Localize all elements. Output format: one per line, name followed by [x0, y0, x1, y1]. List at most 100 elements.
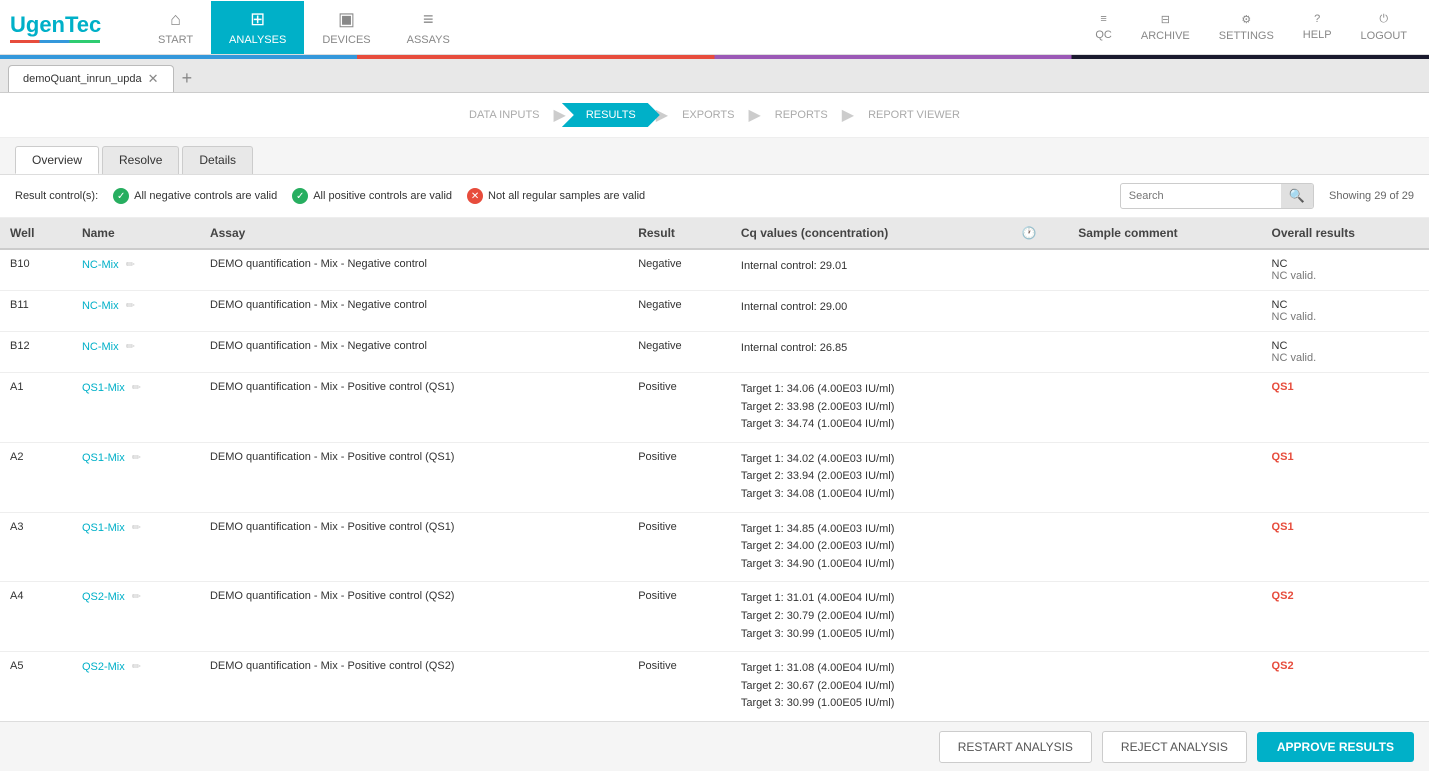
nav-logout[interactable]: ⏻ LOGOUT	[1349, 5, 1419, 50]
logo-bar	[10, 40, 100, 43]
cell-overall: NC NC valid.	[1262, 291, 1429, 332]
clock-header-icon: 🕐	[1022, 226, 1037, 240]
search-input[interactable]	[1121, 186, 1281, 206]
nav-assays[interactable]: ≡ ASSAYS	[389, 1, 468, 54]
search-box[interactable]: 🔍	[1120, 183, 1314, 209]
regular-samples-check-icon: ✕	[467, 188, 483, 204]
step-reports[interactable]: REPORTS	[757, 103, 846, 127]
table-row: A1 QS1-Mix ✏ DEMO quantification - Mix -…	[0, 373, 1429, 443]
col-assay: Assay	[200, 218, 628, 249]
cell-overall: QS2	[1262, 582, 1429, 652]
tab-overview-label: Overview	[32, 153, 82, 167]
name-link[interactable]: QS1-Mix	[82, 522, 125, 534]
results-table: Well Name Assay Result Cq values (concen…	[0, 218, 1429, 722]
result-controls-label: Result control(s):	[15, 190, 98, 202]
name-link[interactable]: QS2-Mix	[82, 661, 125, 673]
overall-sub: NC valid.	[1272, 311, 1419, 323]
tab-overview[interactable]: Overview	[15, 146, 99, 174]
cell-result: Negative	[628, 332, 731, 373]
nav-start-label: START	[158, 34, 193, 46]
tab-resolve[interactable]: Resolve	[102, 146, 179, 174]
restart-analysis-button[interactable]: RESTART ANALYSIS	[939, 731, 1092, 763]
cell-result: Positive	[628, 512, 731, 582]
archive-icon: ⊟	[1161, 13, 1170, 26]
cell-clock	[1012, 332, 1069, 373]
nav-start[interactable]: ⌂ START	[140, 1, 211, 54]
nav-help-label: HELP	[1303, 29, 1332, 41]
col-clock: 🕐	[1012, 218, 1069, 249]
nav-qc[interactable]: ≡ QC	[1083, 5, 1124, 49]
cell-name: QS1-Mix ✏	[72, 373, 200, 443]
table-row: A3 QS1-Mix ✏ DEMO quantification - Mix -…	[0, 512, 1429, 582]
nav-devices[interactable]: ▣ DEVICES	[304, 1, 388, 54]
showing-count: Showing 29 of 29	[1329, 190, 1414, 202]
edit-icon[interactable]: ✏	[132, 591, 141, 603]
approve-results-button[interactable]: APPROVE RESULTS	[1257, 732, 1414, 762]
edit-icon[interactable]: ✏	[132, 522, 141, 534]
cell-assay: DEMO quantification - Mix - Positive con…	[200, 442, 628, 512]
name-link[interactable]: NC-Mix	[82, 300, 119, 312]
edit-icon[interactable]: ✏	[126, 259, 135, 271]
tab-resolve-label: Resolve	[119, 153, 162, 167]
nav-analyses[interactable]: ⊞ ANALYSES	[211, 1, 304, 54]
add-tab-button[interactable]: +	[174, 68, 201, 89]
tab-label: demoQuant_inrun_upda	[23, 73, 142, 85]
edit-icon[interactable]: ✏	[126, 300, 135, 312]
col-overall-results: Overall results	[1262, 218, 1429, 249]
cell-well: A4	[0, 582, 72, 652]
edit-icon[interactable]: ✏	[126, 341, 135, 353]
table-row: B11 NC-Mix ✏ DEMO quantification - Mix -…	[0, 291, 1429, 332]
cell-result: Negative	[628, 249, 731, 291]
name-link[interactable]: NC-Mix	[82, 259, 119, 271]
name-link[interactable]: QS1-Mix	[82, 382, 125, 394]
cell-result: Positive	[628, 442, 731, 512]
edit-icon[interactable]: ✏	[132, 382, 141, 394]
cell-name: NC-Mix ✏	[72, 291, 200, 332]
reject-analysis-button[interactable]: REJECT ANALYSIS	[1102, 731, 1247, 763]
cell-well: B10	[0, 249, 72, 291]
step-data-inputs[interactable]: DATA INPUTS	[451, 103, 558, 127]
tab-details[interactable]: Details	[182, 146, 253, 174]
name-link[interactable]: NC-Mix	[82, 341, 119, 353]
name-link[interactable]: QS2-Mix	[82, 591, 125, 603]
cell-clock	[1012, 291, 1069, 332]
cell-well: B11	[0, 291, 72, 332]
overall-main: NC	[1272, 340, 1419, 352]
nav-analyses-label: ANALYSES	[229, 34, 286, 46]
nav-settings[interactable]: ⚙ SETTINGS	[1207, 5, 1286, 50]
name-link[interactable]: QS1-Mix	[82, 452, 125, 464]
cell-cq: Target 1: 31.01 (4.00E04 IU/ml)Target 2:…	[731, 582, 1012, 652]
regular-samples-indicator: ✕ Not all regular samples are valid	[467, 188, 645, 204]
step-report-viewer-label: REPORT VIEWER	[868, 109, 960, 121]
tab-close-button[interactable]: ✕	[148, 71, 159, 87]
sub-tabs: Overview Resolve Details	[0, 138, 1429, 175]
cell-overall: QS1	[1262, 373, 1429, 443]
col-sample-comment: Sample comment	[1068, 218, 1261, 249]
step-exports[interactable]: EXPORTS	[664, 103, 752, 127]
edit-icon[interactable]: ✏	[132, 661, 141, 673]
step-results-label: RESULTS	[586, 109, 636, 121]
analysis-tab[interactable]: demoQuant_inrun_upda ✕	[8, 65, 174, 92]
negative-controls-check-icon: ✓	[113, 188, 129, 204]
cell-well: A5	[0, 652, 72, 722]
search-button[interactable]: 🔍	[1281, 184, 1313, 208]
cell-result: Positive	[628, 652, 731, 722]
nav-help[interactable]: ? HELP	[1291, 5, 1344, 49]
nav-archive-label: ARCHIVE	[1141, 30, 1190, 42]
nav-settings-label: SETTINGS	[1219, 30, 1274, 42]
overall-main: NC	[1272, 299, 1419, 311]
cell-clock	[1012, 582, 1069, 652]
step-results[interactable]: RESULTS	[562, 103, 660, 127]
cell-sample-comment	[1068, 512, 1261, 582]
assays-icon: ≡	[423, 9, 434, 30]
cell-name: NC-Mix ✏	[72, 332, 200, 373]
step-data-inputs-label: DATA INPUTS	[469, 109, 540, 121]
cell-assay: DEMO quantification - Mix - Negative con…	[200, 249, 628, 291]
edit-icon[interactable]: ✏	[132, 452, 141, 464]
cell-well: A3	[0, 512, 72, 582]
nav-archive[interactable]: ⊟ ARCHIVE	[1129, 5, 1202, 50]
cell-cq: Internal control: 29.01	[731, 249, 1012, 291]
logo: UgenTec	[10, 12, 101, 38]
results-table-container[interactable]: Well Name Assay Result Cq values (concen…	[0, 218, 1429, 723]
step-report-viewer[interactable]: REPORT VIEWER	[850, 103, 978, 127]
